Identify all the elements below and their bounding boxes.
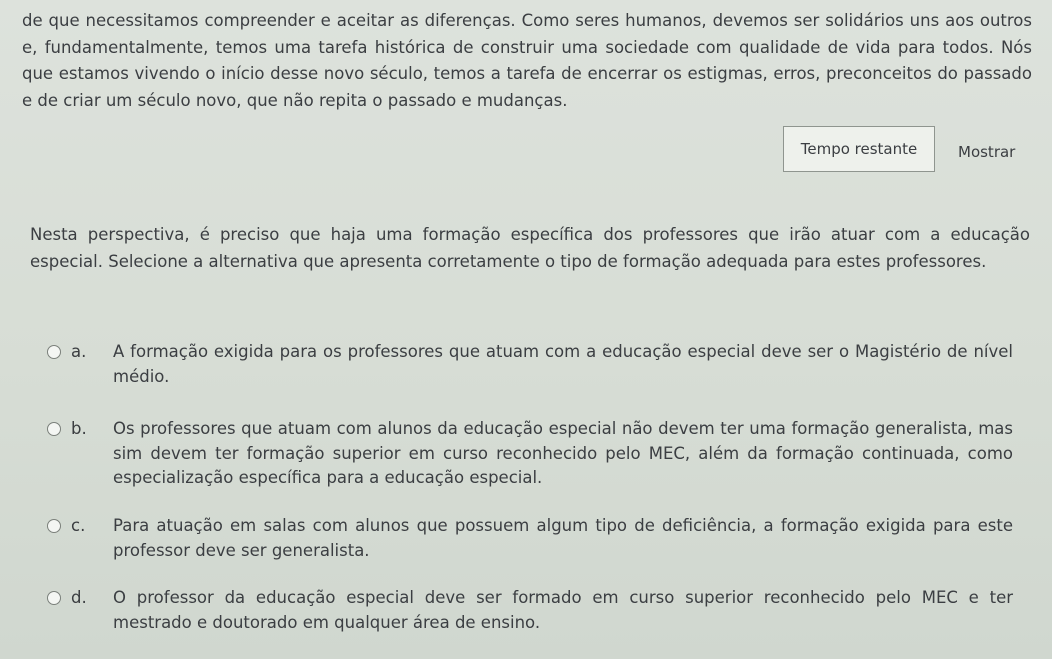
option-d-letter: d. xyxy=(71,588,87,607)
option-a-radio[interactable] xyxy=(47,345,61,359)
option-b-letter: b. xyxy=(71,419,87,438)
reading-passage: de que necessitamos compreender e aceita… xyxy=(22,8,1032,114)
option-a-letter: a. xyxy=(71,342,87,361)
quiz-page: de que necessitamos compreender e aceita… xyxy=(0,0,1052,659)
option-d-text: O professor da educação especial deve se… xyxy=(113,588,1013,632)
option-d-radio[interactable] xyxy=(47,591,61,605)
question-text: Nesta perspectiva, é preciso que haja um… xyxy=(30,225,1030,271)
question-statement: Nesta perspectiva, é preciso que haja um… xyxy=(30,222,1030,275)
passage-text: de que necessitamos compreender e aceita… xyxy=(22,11,1032,110)
option-c-letter: c. xyxy=(71,516,86,535)
option-b-text: Os professores que atuam com alunos da e… xyxy=(113,419,1013,487)
time-remaining-box: Tempo restante xyxy=(783,126,935,172)
option-b-radio[interactable] xyxy=(47,422,61,436)
option-a-text: A formação exigida para os professores q… xyxy=(113,342,1013,386)
option-c-radio[interactable] xyxy=(47,519,61,533)
show-timer-link[interactable]: Mostrar xyxy=(958,143,1015,161)
time-remaining-label: Tempo restante xyxy=(800,140,918,158)
option-c-text: Para atuação em salas com alunos que pos… xyxy=(113,516,1013,560)
